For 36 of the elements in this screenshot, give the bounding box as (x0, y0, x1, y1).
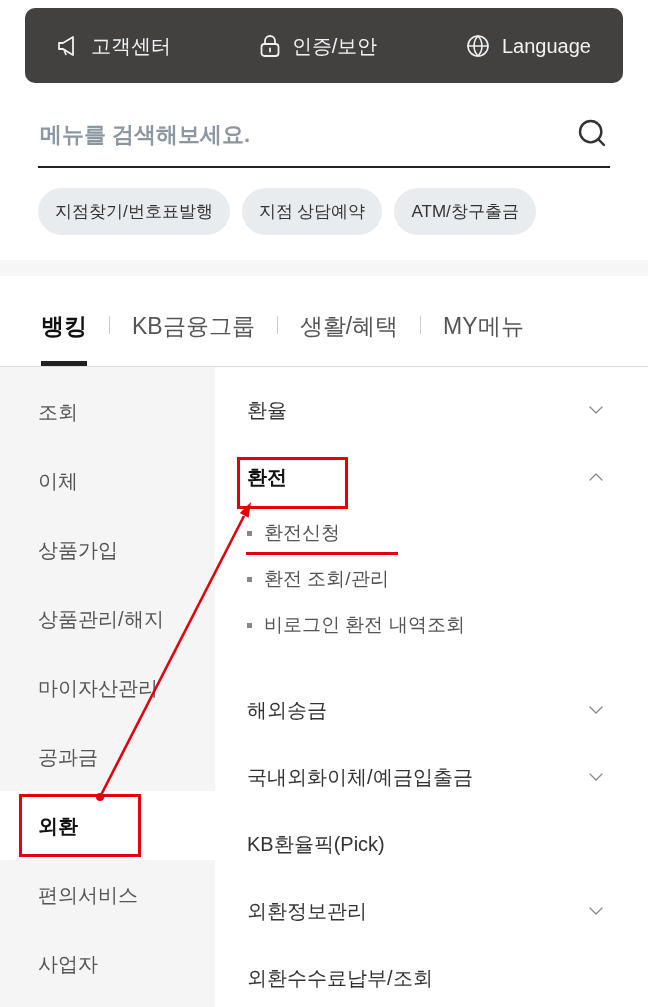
quick-link-chip[interactable]: ATM/창구출금 (394, 188, 536, 235)
utility-link[interactable]: Language (466, 30, 591, 61)
utility-link[interactable]: 고객센터 (57, 30, 171, 61)
sidebar-item[interactable]: 공과금 (0, 722, 215, 791)
sidebar-item[interactable]: 이체 (0, 446, 215, 515)
menu-group-label[interactable]: 외환정보관리 (247, 895, 367, 926)
sidebar-item[interactable]: 편의서비스 (0, 860, 215, 929)
search-icon[interactable] (576, 117, 608, 149)
menu-group-label[interactable]: 환율 (247, 394, 287, 425)
bullet-icon (247, 622, 252, 628)
menu-group-label[interactable]: 국내외화이체/예금입출금 (247, 761, 473, 792)
search-field[interactable]: 메뉴를 검색해보세요. (38, 100, 576, 166)
submenu-link[interactable]: 환전신청 (264, 518, 340, 548)
sidebar-item[interactable]: 외환 (0, 791, 215, 860)
sidebar-item[interactable]: 상품관리/해지 (0, 584, 215, 653)
submenu-link[interactable]: 환전 조회/관리 (264, 564, 389, 594)
sidebar-item[interactable]: 마이자산관리 (0, 653, 215, 722)
menu-tab[interactable]: MY메뉴 (443, 276, 524, 366)
menu-tab[interactable]: 뱅킹 (41, 276, 87, 366)
menu-link[interactable]: KB환율픽(Pick) (247, 828, 385, 859)
globe-icon (466, 33, 490, 58)
submenu-link[interactable]: 비로그인 환전 내역조회 (264, 610, 465, 640)
quick-link-chip[interactable]: 지점찾기/번호표발행 (38, 188, 230, 235)
menu-group-label[interactable]: 해외송금 (247, 694, 327, 725)
bullet-icon (247, 576, 252, 582)
sidebar-item[interactable]: 상품가입 (0, 515, 215, 584)
menu-tab[interactable]: KB금융그룹 (132, 276, 255, 366)
lock-icon (259, 34, 280, 57)
sidebar-item[interactable]: 조회 (0, 377, 215, 446)
sidebar-item[interactable]: 사업자 (0, 929, 215, 998)
menu-tab[interactable]: 생활/혜택 (299, 276, 399, 366)
bullet-icon (247, 530, 252, 536)
quick-link-chip[interactable]: 지점 상담예약 (241, 188, 383, 235)
menu-link[interactable]: 외환수수료납부/조회 (247, 962, 433, 993)
menu-group-label[interactable]: 환전 (247, 461, 287, 492)
utility-link[interactable]: 인증/보안 (259, 30, 378, 61)
